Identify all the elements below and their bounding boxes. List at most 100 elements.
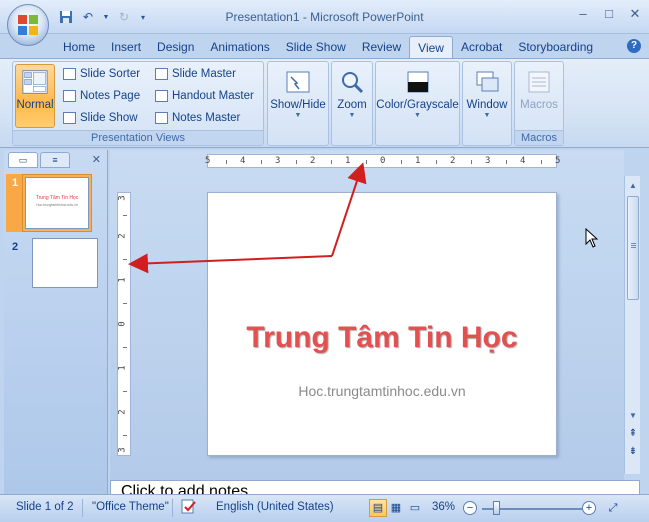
hruler-label: 3 [275, 156, 281, 166]
status-bar: Slide 1 of 2 "Office Theme" English (Uni… [0, 494, 649, 522]
window-controls: – □ ✕ [575, 6, 643, 22]
zoom-slider-thumb[interactable] [493, 501, 500, 515]
zoom-dropdown-icon: ▼ [348, 112, 356, 119]
handout-master-icon [155, 90, 168, 102]
hruler-tick [260, 160, 262, 164]
hruler-tick [330, 160, 332, 164]
slide-subtitle[interactable]: Hoc.trungtamtinhoc.edu.vn [208, 383, 556, 399]
tab-design[interactable]: Design [149, 36, 202, 58]
zoom-level[interactable]: 36% [432, 501, 455, 513]
spell-check-icon[interactable] [180, 498, 198, 519]
notes-master-button[interactable]: Notes Master [155, 112, 240, 124]
vruler-tick [123, 303, 127, 304]
macros-button[interactable]: Macros [515, 65, 563, 111]
hruler-tick [225, 160, 227, 164]
tab-acrobat[interactable]: Acrobat [453, 36, 510, 58]
restore-button[interactable]: □ [601, 6, 617, 22]
slide-number: 2 [12, 241, 19, 253]
window-title: Presentation1 - Microsoft PowerPoint [225, 10, 424, 24]
hruler-label: 3 [485, 156, 491, 166]
color-grayscale-label: Color/Grayscale [376, 99, 459, 111]
slide-show-button[interactable]: Slide Show [63, 112, 138, 124]
vertical-ruler[interactable]: 3 2 1 0 1 2 3 [117, 192, 131, 456]
group-window: Window ▼ [462, 61, 512, 146]
group-zoom: Zoom ▼ [331, 61, 373, 146]
zoom-in-icon[interactable]: + [582, 501, 596, 515]
color-grayscale-button[interactable]: Color/Grayscale ▼ [376, 65, 459, 119]
window-button[interactable]: Window ▼ [463, 65, 511, 119]
next-slide-icon[interactable]: ⇟ [625, 446, 641, 457]
slide-show-status-icon[interactable]: ▭ [406, 499, 424, 517]
hruler-tick [470, 160, 472, 164]
hruler-label: 1 [415, 156, 421, 166]
window-label: Window [466, 99, 508, 111]
show-hide-button[interactable]: Show/Hide ▼ [268, 65, 328, 119]
hruler-tick [365, 160, 367, 164]
help-icon[interactable]: ? [627, 39, 641, 53]
hruler-label: 4 [520, 156, 526, 166]
slide-canvas[interactable]: Trung Tâm Tin Học Hoc.trungtamtinhoc.edu… [207, 192, 557, 456]
color-grayscale-icon [407, 71, 428, 93]
tab-home[interactable]: Home [55, 36, 103, 58]
normal-view-button[interactable]: Normal [15, 64, 55, 128]
group-color-grayscale: Color/Grayscale ▼ [375, 61, 460, 146]
vruler-tick [123, 391, 127, 392]
vruler-label: 1 [117, 365, 128, 371]
outline-tab-icon[interactable]: ≡ [40, 152, 70, 168]
fit-to-window-icon[interactable]: ⤢ [604, 499, 622, 517]
scroll-thumb[interactable] [627, 196, 639, 300]
vertical-scrollbar[interactable]: ▲ ▼ ⇞ ⇟ [624, 176, 640, 474]
zoom-out-icon[interactable]: − [463, 501, 477, 515]
notes-page-button[interactable]: Notes Page [63, 90, 140, 102]
tab-review[interactable]: Review [354, 36, 409, 58]
slide-title[interactable]: Trung Tâm Tin Học [208, 321, 556, 355]
slide-thumbnail-1[interactable]: 1 Trung Tâm Tin Học Hoc.trungtamtinhoc.e… [6, 174, 92, 232]
slide-master-icon [155, 68, 168, 80]
handout-master-button[interactable]: Handout Master [155, 90, 254, 102]
thumbnail-subtitle: Hoc.trungtamtinhoc.edu.vn [36, 203, 78, 207]
slide-counter: Slide 1 of 2 [16, 501, 74, 513]
scroll-up-icon[interactable]: ▲ [625, 178, 641, 194]
theme-name[interactable]: "Office Theme" [92, 501, 169, 513]
tab-insert[interactable]: Insert [103, 36, 149, 58]
slide-sorter-button[interactable]: Slide Sorter [63, 68, 140, 80]
minimize-button[interactable]: – [575, 6, 591, 22]
hruler-tick [505, 160, 507, 164]
show-hide-icon [286, 71, 310, 93]
thumbnail-canvas [32, 238, 98, 288]
previous-slide-icon[interactable]: ⇞ [625, 428, 641, 439]
slide-sorter-status-icon[interactable]: ▦ [387, 499, 405, 517]
language-indicator[interactable]: English (United States) [216, 501, 334, 513]
slide-master-button[interactable]: Slide Master [155, 68, 236, 80]
group-label-macros: Macros [515, 130, 563, 145]
window-dropdown-icon: ▼ [483, 112, 491, 119]
window-icon [476, 71, 499, 92]
pane-close-icon[interactable]: ✕ [92, 153, 101, 166]
show-hide-dropdown-icon: ▼ [294, 112, 302, 119]
group-label-presentation-views: Presentation Views [13, 130, 263, 145]
tab-animations[interactable]: Animations [202, 36, 277, 58]
vruler-label: 1 [117, 277, 128, 283]
show-hide-label: Show/Hide [270, 99, 326, 111]
horizontal-ruler[interactable]: 5 4 3 2 1 0 1 2 3 4 5 [205, 154, 560, 168]
vruler-label: 3 [117, 447, 128, 453]
hruler-label: 0 [380, 156, 386, 166]
tab-view[interactable]: View [409, 36, 453, 58]
thumbnail-title: Trung Tâm Tin Học [35, 195, 79, 201]
normal-view-status-icon[interactable]: ▤ [369, 499, 387, 517]
status-separator [172, 499, 173, 517]
pane-tabs: ▭ ≡ [8, 152, 70, 168]
vruler-tick [123, 435, 127, 436]
tab-slide-show[interactable]: Slide Show [278, 36, 354, 58]
vruler-label: 3 [117, 195, 128, 201]
hruler-label: 4 [240, 156, 246, 166]
close-button[interactable]: ✕ [627, 6, 643, 22]
zoom-button[interactable]: Zoom ▼ [332, 65, 372, 119]
slides-tab-icon[interactable]: ▭ [8, 152, 38, 168]
office-button[interactable] [7, 4, 49, 46]
slide-show-label: Slide Show [80, 112, 138, 124]
tab-storyboarding[interactable]: Storyboarding [510, 36, 601, 58]
slide-thumbnail-2[interactable]: 2 [6, 238, 98, 288]
zoom-label: Zoom [337, 99, 367, 111]
scroll-down-icon[interactable]: ▼ [625, 408, 641, 424]
